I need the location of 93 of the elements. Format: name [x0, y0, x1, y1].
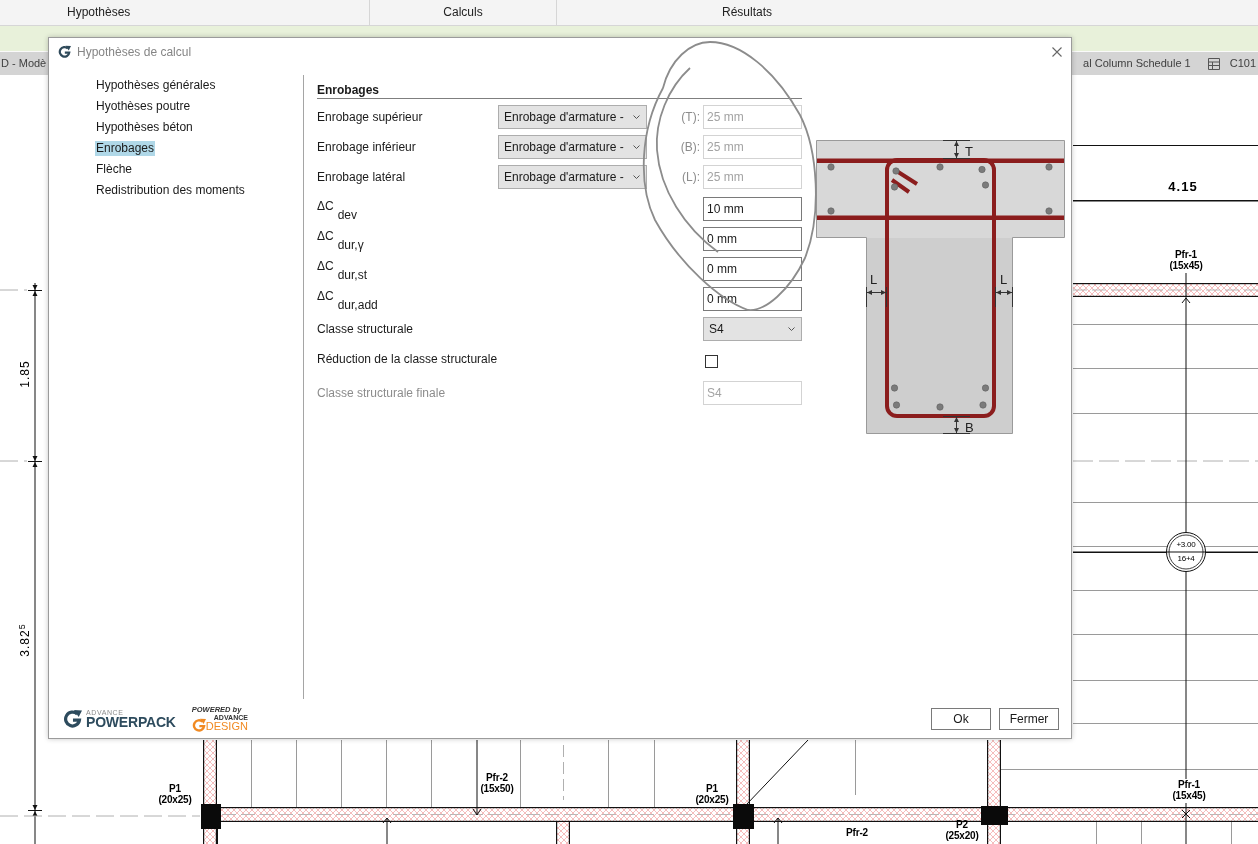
section-label: (20x25) — [695, 795, 729, 805]
cover-label: T — [965, 144, 973, 159]
level-text: +3.00 — [1176, 541, 1196, 549]
brand-logo-icon — [191, 717, 206, 732]
rebar-dot — [891, 183, 898, 191]
axis-label: (B): — [680, 140, 700, 154]
rebar-dot — [892, 167, 900, 175]
class-dropdown[interactable]: S4 — [703, 317, 802, 341]
member-label: Pfr-2 — [486, 773, 508, 783]
extension-line — [0, 289, 28, 291]
section-label: (20x25) — [158, 795, 192, 805]
field-label: Classe structurale finale — [317, 386, 446, 400]
caret-icon — [633, 145, 640, 149]
view-tab[interactable]: al Column Schedule 1 — [1083, 57, 1191, 70]
axis-label: (T): — [681, 110, 700, 124]
view-tab[interactable]: D - Modè — [1, 57, 47, 70]
nav-item[interactable]: Hyothèses poutre — [95, 99, 192, 114]
rebar-dot — [893, 401, 900, 409]
rebar-dot — [936, 403, 944, 411]
ribbon-tab[interactable]: Résultats — [557, 0, 937, 25]
member-label: Pfr-2 — [846, 828, 868, 838]
caret-icon — [633, 115, 640, 119]
nav-item[interactable]: Hypothèses béton — [95, 120, 194, 135]
view-tab[interactable]: C101 — [1229, 57, 1256, 70]
member-label: Pfr-1 — [1178, 780, 1200, 790]
section-label: (15x50) — [480, 784, 514, 794]
rebar-dot — [978, 166, 986, 173]
ok-button[interactable]: Ok — [931, 707, 991, 730]
column — [556, 822, 570, 844]
rebar-dot — [891, 384, 898, 392]
nav-item[interactable]: Flèche — [95, 162, 134, 177]
member-label: P1 — [169, 784, 181, 794]
member-label: P2 — [956, 820, 968, 830]
axis-line — [563, 744, 564, 801]
text-field[interactable]: 0 mm — [703, 257, 802, 281]
section-title: Enrobages — [317, 83, 802, 99]
column-section — [201, 804, 221, 829]
nav-item[interactable]: Redistribution des moments — [95, 183, 246, 198]
span-arrow — [773, 817, 783, 844]
brand-text: POWERPACK — [86, 715, 176, 729]
section-label: (15x45) — [1169, 261, 1203, 271]
caret-icon — [633, 175, 640, 179]
rebar-dot — [982, 384, 989, 392]
level-marker — [1166, 532, 1206, 572]
section-label: (15x45) — [1172, 791, 1206, 801]
column-section — [733, 804, 754, 829]
joist-line — [1096, 822, 1097, 844]
section-label: (25x20) — [945, 831, 979, 841]
member-label: Pfr-1 — [1175, 250, 1197, 260]
field-label: Enrobage latéral — [317, 170, 406, 184]
brand-logo-icon — [63, 709, 82, 728]
rebar-dot — [936, 163, 944, 171]
checkbox[interactable] — [705, 354, 718, 368]
joist-line — [1231, 822, 1232, 844]
rebar-dot — [827, 207, 835, 215]
joist-line — [1141, 822, 1142, 844]
extension-line — [0, 460, 28, 462]
nav-item[interactable]: Enrobages — [95, 141, 156, 156]
diagonal-line — [745, 739, 809, 806]
nav-item[interactable]: Hypothèses générales — [95, 78, 217, 93]
dimension-text: 1.85 — [19, 360, 31, 388]
caret-icon — [788, 327, 795, 331]
field-label: Classe structurale — [317, 322, 414, 336]
field-label: Enrobage supérieur — [317, 110, 423, 124]
app-logo-icon — [58, 45, 71, 58]
field-label: Enrobage inférieur — [317, 140, 416, 154]
rebar-dot — [827, 163, 835, 171]
cover-label: L — [1000, 272, 1008, 287]
rebar-dot — [1045, 207, 1053, 215]
cover-dimension — [995, 287, 1013, 307]
cover-label: L — [870, 272, 878, 287]
text-field[interactable]: 10 mm — [703, 197, 802, 221]
slab-text: 16+4 — [1177, 555, 1195, 563]
cover-dimension — [866, 287, 887, 307]
column-section — [981, 806, 1008, 825]
field-label: Réduction de la classe structurale — [317, 352, 498, 366]
dialog-title: Hypothèses de calcul — [77, 43, 192, 61]
rebar-dot — [982, 181, 989, 189]
leader-tick — [1181, 803, 1191, 844]
close-button[interactable]: Fermer — [999, 707, 1059, 730]
text-field[interactable]: 0 mm — [703, 227, 802, 251]
close-icon[interactable] — [1052, 46, 1062, 57]
cover-label: B — [965, 420, 974, 434]
brand-text: DESIGN — [205, 720, 248, 732]
span-text: 4.15 — [1168, 179, 1198, 193]
table-icon — [1207, 57, 1220, 70]
rebar-dot — [979, 401, 987, 409]
span-arrow — [382, 817, 392, 844]
axis-label: (L): — [682, 170, 700, 184]
rebar-dot — [1045, 163, 1053, 171]
member-label: P1 — [706, 784, 718, 794]
ribbon-tab[interactable]: Calculs — [370, 0, 557, 25]
ribbon-tab[interactable]: Hypothèses — [0, 0, 370, 25]
